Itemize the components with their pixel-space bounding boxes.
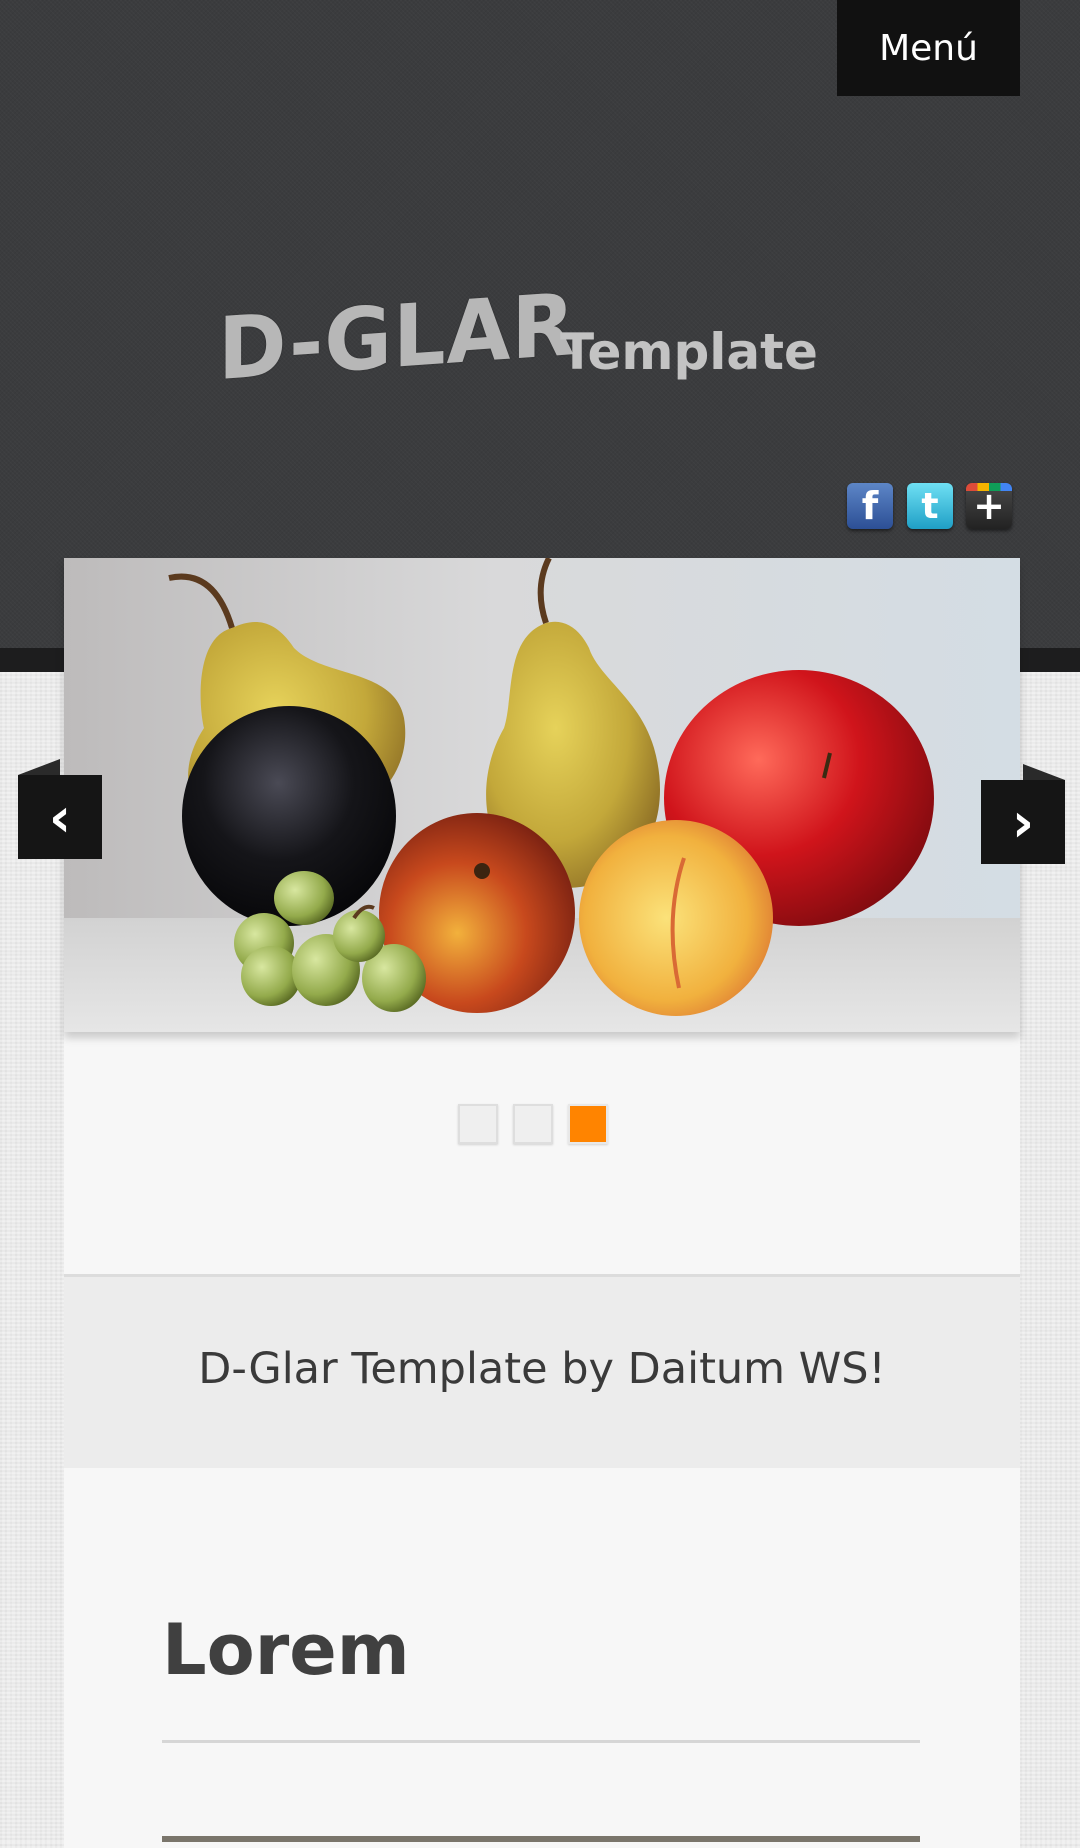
site-header: Menú D-GLAR Template f t + [0,0,1080,648]
slider-image[interactable] [64,558,1020,1032]
article-divider [162,1740,920,1743]
fruit-painting-image [64,558,1020,1032]
google-plus-icon[interactable]: + [966,483,1012,529]
tagline-banner: D-Glar Template by Daitum WS! [64,1274,1020,1468]
logo-sub-text: Template [560,323,818,381]
menu-button[interactable]: Menú [837,0,1020,96]
menu-button-label: Menú [879,27,978,69]
slider-dot-1[interactable] [458,1104,498,1144]
site-logo[interactable]: D-GLAR Template [210,275,830,400]
article-image-top-edge [162,1836,920,1842]
next-arrow-tab [1023,764,1065,780]
facebook-icon[interactable]: f [847,483,893,529]
prev-arrow-tab [18,759,60,775]
logo-main-text: D-GLAR [218,274,576,400]
chevron-left-icon: ‹ [48,785,72,849]
slider-next-button[interactable]: › [981,780,1065,864]
slider-pagination [458,1104,608,1144]
slider-prev-button[interactable]: ‹ [18,775,102,859]
slider-dot-3-active[interactable] [568,1104,608,1144]
tagline-text: D-Glar Template by Daitum WS! [198,1343,886,1394]
slider-dot-2[interactable] [513,1104,553,1144]
article-title[interactable]: Lorem [162,1605,410,1695]
twitter-icon[interactable]: t [907,483,953,529]
chevron-right-icon: › [1011,790,1035,854]
